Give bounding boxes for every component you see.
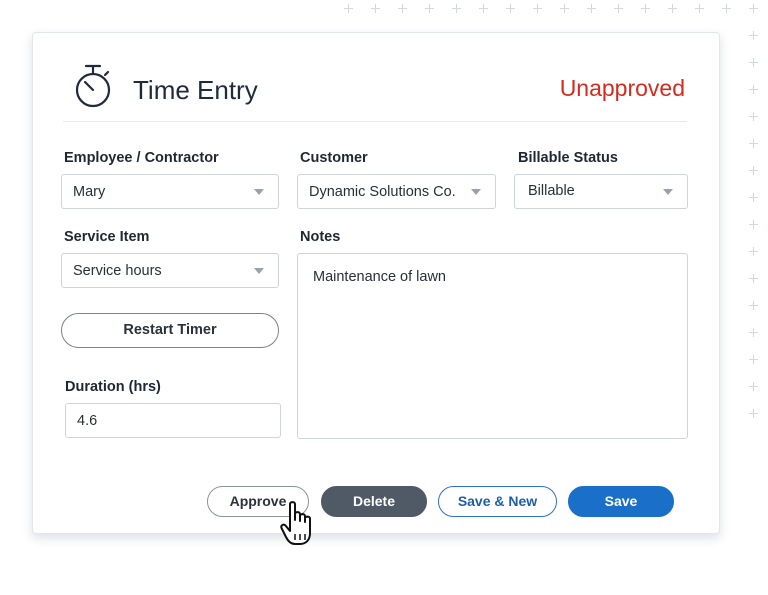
plus-decoration — [749, 4, 758, 13]
plus-decoration — [749, 355, 758, 364]
service-item-value: Service hours — [73, 263, 162, 279]
notes-value: Maintenance of lawn — [313, 269, 446, 285]
plus-decoration — [695, 4, 704, 13]
plus-decoration — [749, 247, 758, 256]
employee-select-value: Mary — [73, 184, 106, 200]
plus-decoration — [749, 220, 758, 229]
plus-decoration — [560, 4, 569, 13]
plus-decoration — [749, 409, 758, 418]
duration-value: 4.6 — [77, 413, 98, 429]
plus-decoration — [479, 4, 488, 13]
chevron-down-icon — [471, 189, 481, 195]
notes-textarea[interactable]: Maintenance of lawn — [297, 253, 688, 439]
save-and-new-button[interactable]: Save & New — [438, 486, 557, 517]
duration-input[interactable]: 4.6 — [65, 403, 281, 438]
plus-decoration — [614, 4, 623, 13]
plus-decoration — [533, 4, 542, 13]
card-header: Time Entry Unapproved — [63, 63, 687, 122]
plus-decoration — [749, 328, 758, 337]
employee-label: Employee / Contractor — [64, 150, 219, 166]
plus-decoration — [506, 4, 515, 13]
plus-decoration — [749, 301, 758, 310]
plus-decoration — [425, 4, 434, 13]
plus-decoration — [749, 193, 758, 202]
approval-status-badge: Unapproved — [559, 75, 685, 101]
plus-decoration — [749, 139, 758, 148]
employee-select[interactable]: Mary — [61, 174, 279, 209]
chevron-down-icon — [663, 189, 673, 195]
chevron-down-icon — [254, 268, 264, 274]
plus-decoration — [749, 31, 758, 40]
customer-select[interactable]: Dynamic Solutions Co. — [297, 174, 496, 209]
plus-decoration — [398, 4, 407, 13]
notes-label: Notes — [300, 229, 341, 245]
hand-pointer-cursor-icon — [280, 501, 311, 545]
plus-decoration — [749, 85, 758, 94]
billable-status-label: Billable Status — [518, 150, 618, 166]
plus-decoration — [668, 4, 677, 13]
chevron-down-icon — [254, 189, 264, 195]
plus-decoration — [452, 4, 461, 13]
billable-status-select[interactable]: Billable — [514, 174, 688, 209]
duration-label: Duration (hrs) — [65, 379, 161, 395]
restart-timer-button[interactable]: Restart Timer — [61, 313, 279, 348]
stopwatch-icon — [75, 64, 111, 108]
save-button[interactable]: Save — [568, 486, 674, 517]
billable-status-value: Billable — [528, 183, 575, 199]
customer-label: Customer — [300, 150, 368, 166]
plus-decoration — [722, 4, 731, 13]
plus-decoration — [371, 4, 380, 13]
page-title: Time Entry — [133, 75, 258, 105]
plus-decoration — [749, 382, 758, 391]
plus-decoration — [749, 112, 758, 121]
plus-decoration — [749, 274, 758, 283]
plus-decoration — [749, 58, 758, 67]
plus-decoration — [641, 4, 650, 13]
plus-decoration — [344, 4, 353, 13]
plus-decoration — [587, 4, 596, 13]
service-item-label: Service Item — [64, 229, 150, 245]
plus-decoration — [749, 166, 758, 175]
customer-select-value: Dynamic Solutions Co. — [309, 184, 456, 200]
time-entry-card: Time Entry Unapproved Employee / Contrac… — [32, 32, 720, 534]
service-item-select[interactable]: Service hours — [61, 253, 279, 288]
delete-button[interactable]: Delete — [321, 486, 427, 517]
